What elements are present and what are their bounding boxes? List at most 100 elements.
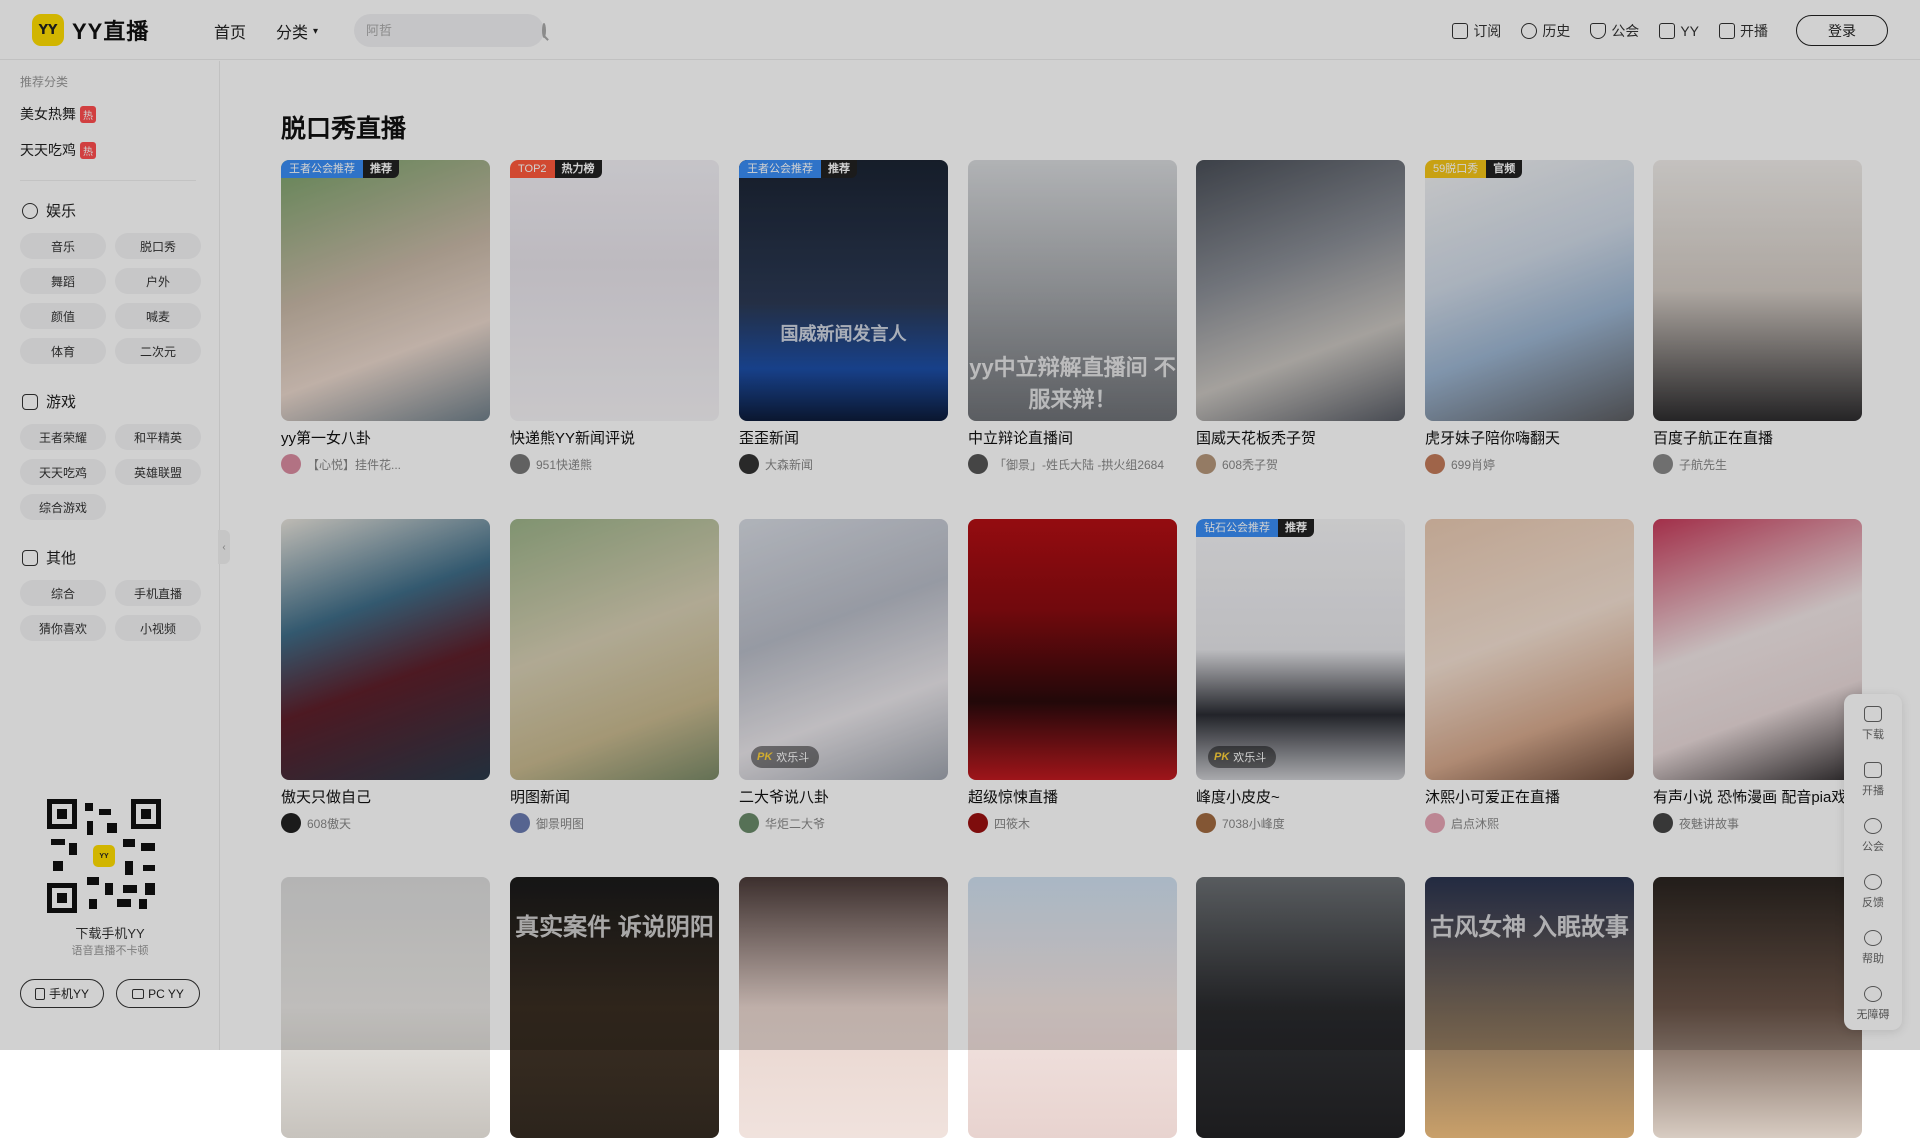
anchor-name[interactable]: 608傲天 <box>307 815 351 832</box>
room-thumbnail[interactable]: yy中立辩解直播间 不服来辩！ <box>968 160 1177 421</box>
room-title[interactable]: 傲天只做自己 <box>281 786 490 807</box>
login-button[interactable]: 登录 <box>1796 15 1888 46</box>
live-room-card[interactable] <box>739 877 948 1138</box>
avatar[interactable] <box>281 813 301 833</box>
float-feedback-button[interactable]: 反馈 <box>1844 874 1902 910</box>
room-thumbnail[interactable]: 王者公会推荐 推荐 <box>281 160 490 421</box>
live-room-card[interactable]: TOP2 热力榜快递熊YY新闻评说 951快递熊 <box>510 160 719 474</box>
anchor-name[interactable]: 启点沐熙 <box>1451 815 1499 832</box>
pill-guess-you-like[interactable]: 猜你喜欢 <box>20 615 106 641</box>
room-thumbnail[interactable]: PK 欢乐斗 <box>739 519 948 780</box>
guild-link[interactable]: 公会 <box>1590 21 1639 41</box>
room-title[interactable]: 有声小说 恐怖漫画 配音pia戏 <box>1653 786 1862 807</box>
room-thumbnail[interactable]: 真实案件 诉说阴阳 <box>510 877 719 1138</box>
live-room-card[interactable]: 王者公会推荐 推荐 yy第一女八卦【心悦】挂件花... <box>281 160 490 474</box>
live-room-card[interactable]: 国威天花板秃子贺 608秃子贺 <box>1196 160 1405 474</box>
pill-short-video[interactable]: 小视频 <box>115 615 201 641</box>
avatar[interactable] <box>1653 813 1673 833</box>
anchor-name[interactable]: 四筱木 <box>994 815 1030 832</box>
pill-general[interactable]: 综合 <box>20 580 106 606</box>
avatar[interactable] <box>510 813 530 833</box>
room-thumbnail[interactable] <box>1196 877 1405 1138</box>
pill-outdoor[interactable]: 户外 <box>115 268 201 294</box>
pill-dance[interactable]: 舞蹈 <box>20 268 106 294</box>
room-thumbnail[interactable] <box>281 519 490 780</box>
pill-anime[interactable]: 二次元 <box>115 338 201 364</box>
room-thumbnail[interactable] <box>1196 160 1405 421</box>
pill-peace-elite[interactable]: 和平精英 <box>115 424 201 450</box>
room-thumbnail[interactable]: 王者公会推荐 推荐 国威新闻发言人 <box>739 160 948 421</box>
start-live-link[interactable]: 开播 <box>1719 21 1768 41</box>
room-title[interactable]: 峰度小皮皮~ <box>1196 786 1405 807</box>
room-title[interactable]: 百度子航正在直播 <box>1653 427 1862 448</box>
live-room-card[interactable]: 钻石公会推荐 推荐 PK 欢乐斗 峰度小皮皮~ 7038小峰度 <box>1196 519 1405 833</box>
avatar[interactable] <box>968 454 988 474</box>
room-title[interactable]: yy第一女八卦 <box>281 427 490 448</box>
room-thumbnail[interactable]: 59脱口秀 官频 <box>1425 160 1634 421</box>
room-title[interactable]: 快递熊YY新闻评说 <box>510 427 719 448</box>
anchor-name[interactable]: 大森新闻 <box>765 456 813 473</box>
live-room-card[interactable]: 明图新闻 御景明图 <box>510 519 719 833</box>
float-download-button[interactable]: 下载 <box>1844 706 1902 742</box>
room-thumbnail[interactable] <box>1653 877 1862 1138</box>
room-thumbnail[interactable] <box>968 519 1177 780</box>
avatar[interactable] <box>1196 813 1216 833</box>
yy-link[interactable]: YY <box>1659 22 1699 39</box>
float-start-live-button[interactable]: 开播 <box>1844 762 1902 798</box>
room-title[interactable]: 中立辩论直播间 <box>968 427 1177 448</box>
pill-talkshow[interactable]: 脱口秀 <box>115 233 201 259</box>
live-room-card[interactable] <box>1196 877 1405 1138</box>
mobile-yy-button[interactable]: 手机YY <box>20 979 104 1008</box>
pill-shouting[interactable]: 喊麦 <box>115 303 201 329</box>
pill-looks[interactable]: 颜值 <box>20 303 106 329</box>
float-help-button[interactable]: 帮助 <box>1844 930 1902 966</box>
live-room-card[interactable]: PK 欢乐斗 二大爷说八卦 华炬二大爷 <box>739 519 948 833</box>
pill-mobile-live[interactable]: 手机直播 <box>115 580 201 606</box>
live-room-card[interactable] <box>1653 877 1862 1138</box>
room-title[interactable]: 明图新闻 <box>510 786 719 807</box>
live-room-card[interactable]: 59脱口秀 官频 虎牙妹子陪你嗨翻天 699肖婷 <box>1425 160 1634 474</box>
room-title[interactable]: 虎牙妹子陪你嗨翻天 <box>1425 427 1634 448</box>
pill-music[interactable]: 音乐 <box>20 233 106 259</box>
avatar[interactable] <box>510 454 530 474</box>
float-accessibility-button[interactable]: 无障碍 <box>1844 986 1902 1022</box>
live-room-card[interactable]: 沐熙小可爱正在直播启点沐熙 <box>1425 519 1634 833</box>
sidebar-item-pubg[interactable]: 天天吃鸡 热 <box>20 140 96 160</box>
pill-honor-of-kings[interactable]: 王者荣耀 <box>20 424 106 450</box>
float-guild-button[interactable]: 公会 <box>1844 818 1902 854</box>
pill-lol[interactable]: 英雄联盟 <box>115 459 201 485</box>
avatar[interactable] <box>968 813 988 833</box>
anchor-name[interactable]: 【心悦】挂件花... <box>307 456 401 473</box>
nav-home-link[interactable]: 首页 <box>214 19 246 43</box>
room-thumbnail[interactable] <box>739 877 948 1138</box>
anchor-name[interactable]: 子航先生 <box>1679 456 1727 473</box>
nav-category-dropdown[interactable]: 分类 ▾ <box>276 19 318 43</box>
yy-logo[interactable]: YY YY直播 <box>32 14 149 46</box>
avatar[interactable] <box>281 454 301 474</box>
live-room-card[interactable]: 王者公会推荐 推荐 国威新闻发言人 歪歪新闻 大森新闻 <box>739 160 948 474</box>
live-room-card[interactable] <box>281 877 490 1138</box>
avatar[interactable] <box>1196 454 1216 474</box>
history-link[interactable]: 历史 <box>1521 21 1570 41</box>
room-title[interactable]: 超级惊悚直播 <box>968 786 1177 807</box>
pill-sports[interactable]: 体育 <box>20 338 106 364</box>
room-thumbnail[interactable] <box>1653 160 1862 421</box>
live-room-card[interactable]: 真实案件 诉说阴阳 <box>510 877 719 1138</box>
live-room-card[interactable] <box>968 877 1177 1138</box>
avatar[interactable] <box>1653 454 1673 474</box>
room-title[interactable]: 二大爷说八卦 <box>739 786 948 807</box>
room-title[interactable]: 沐熙小可爱正在直播 <box>1425 786 1634 807</box>
room-thumbnail[interactable]: 古风女神 入眠故事 <box>1425 877 1634 1138</box>
live-room-card[interactable]: 傲天只做自己 608傲天 <box>281 519 490 833</box>
anchor-name[interactable]: 951快递熊 <box>536 456 592 473</box>
pc-yy-button[interactable]: PC YY <box>116 979 200 1008</box>
anchor-name[interactable]: 7038小峰度 <box>1222 815 1285 832</box>
search-icon[interactable] <box>542 23 546 38</box>
pill-pubg[interactable]: 天天吃鸡 <box>20 459 106 485</box>
room-thumbnail[interactable] <box>1653 519 1862 780</box>
subscribe-link[interactable]: 订阅 <box>1452 21 1501 41</box>
avatar[interactable] <box>739 454 759 474</box>
search-input[interactable] <box>366 23 542 38</box>
anchor-name[interactable]: 608秃子贺 <box>1222 456 1278 473</box>
room-thumbnail[interactable]: TOP2 热力榜 <box>510 160 719 421</box>
